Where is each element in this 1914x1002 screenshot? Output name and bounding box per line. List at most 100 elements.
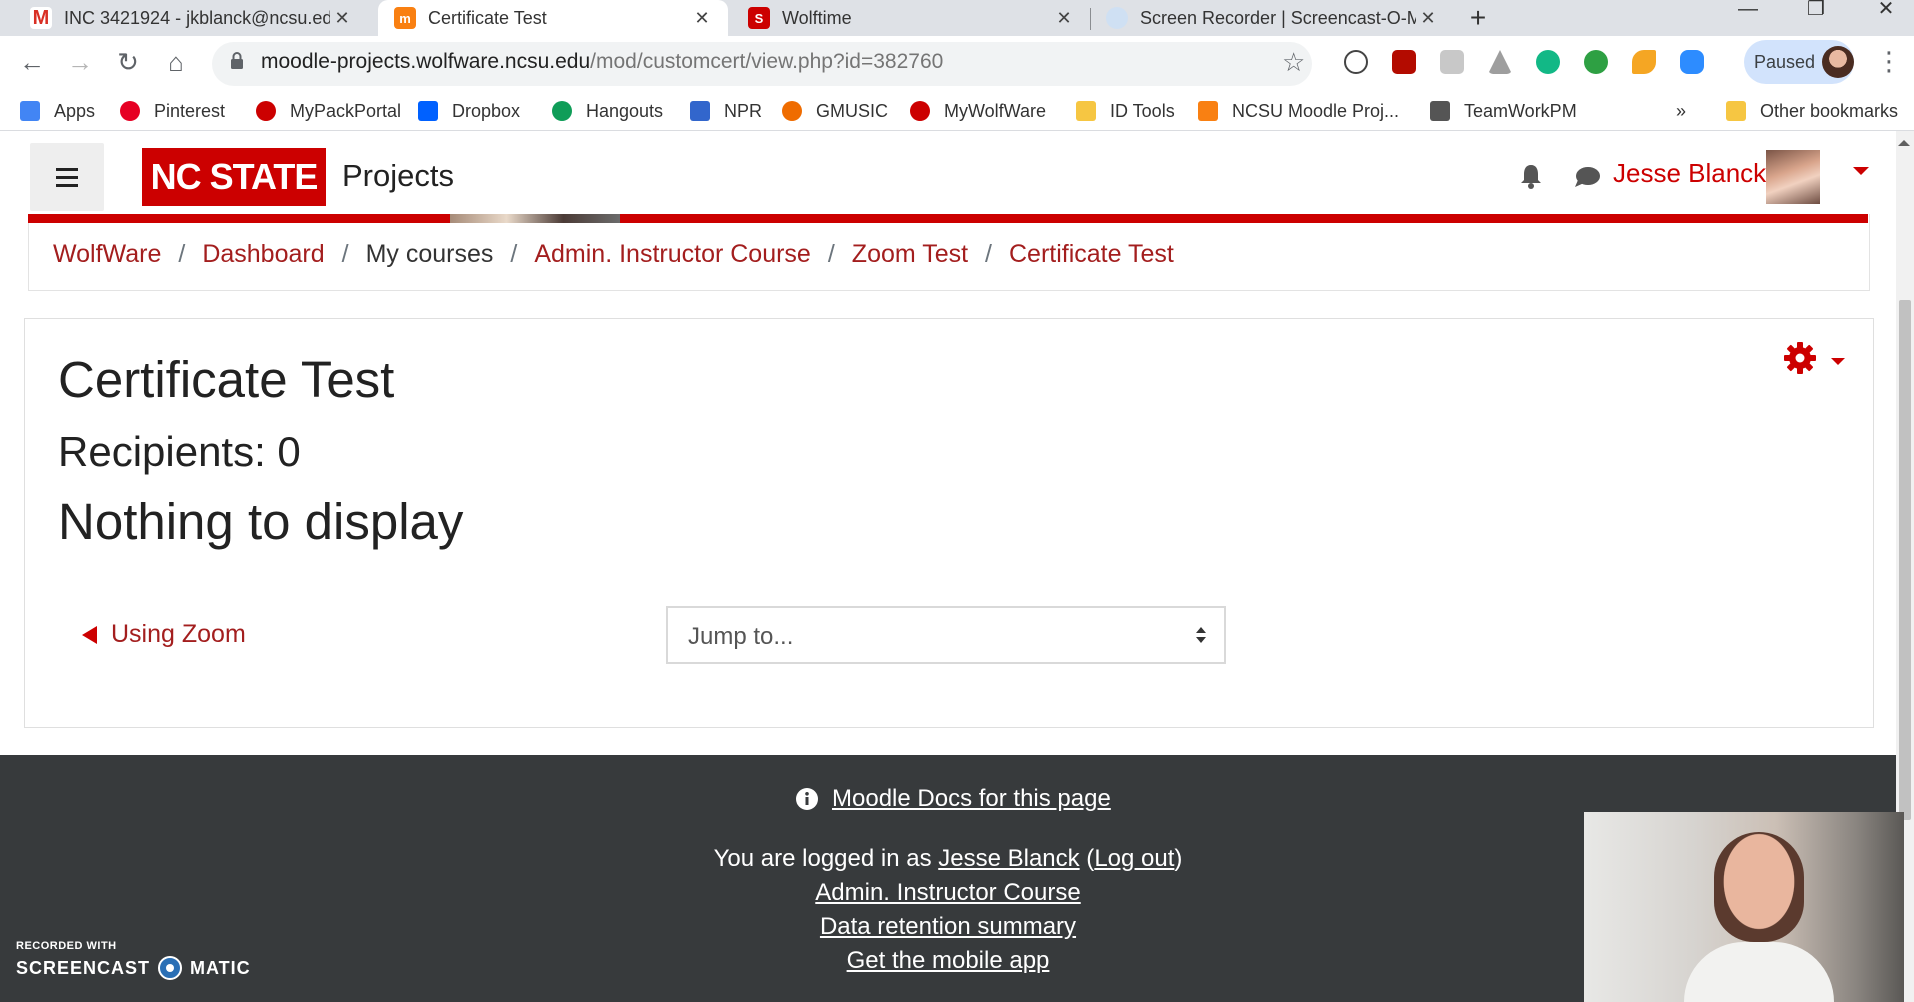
jump-to-placeholder: Jump to... [688, 623, 794, 650]
bookmark-label: Dropbox [452, 100, 521, 121]
zoom-extension-icon[interactable] [1680, 50, 1704, 74]
folder-icon [1726, 101, 1746, 121]
bookmark-item[interactable]: NPR [690, 98, 762, 124]
moodle-icon [1198, 101, 1218, 121]
browser-tab-gmail[interactable]: M INC 3421924 - jkblanck@ncsu.ed ✕ [0, 0, 368, 36]
forward-icon[interactable]: → [64, 46, 96, 78]
webcam-overlay [1584, 812, 1904, 1002]
breadcrumb-wolfware[interactable]: WolfWare [53, 240, 161, 269]
screencast-watermark: RECORDED WITH SCREENCAST MATIC [16, 940, 251, 980]
webcam-body [1684, 942, 1834, 1002]
messages-icon[interactable] [1574, 166, 1600, 188]
chevron-down-icon[interactable] [1853, 167, 1869, 175]
key-extension-icon[interactable] [1632, 50, 1656, 74]
breadcrumb-course[interactable]: Admin. Instructor Course [534, 240, 811, 269]
bookmark-item[interactable]: MyPackPortal [256, 98, 401, 124]
browser-tab-certificate-test[interactable]: m Certificate Test ✕ [378, 0, 728, 36]
tab-close-icon[interactable]: ✕ [1416, 8, 1440, 29]
bookmark-item[interactable]: Hangouts [552, 98, 663, 124]
logout-link[interactable]: Log out [1094, 845, 1174, 872]
home-icon[interactable]: ⌂ [160, 46, 192, 78]
breadcrumb-dashboard[interactable]: Dashboard [202, 240, 324, 269]
bookmarks-overflow-icon[interactable]: » [1676, 98, 1686, 124]
breadcrumb-separator: / [341, 240, 349, 268]
paren-close: ) [1174, 845, 1183, 872]
watermark-brand: SCREENCAST MATIC [16, 956, 251, 980]
breadcrumb: WolfWare / Dashboard / My courses / Admi… [53, 240, 1174, 269]
nav-drawer-toggle[interactable] [30, 143, 104, 211]
tab-title: INC 3421924 - jkblanck@ncsu.ed [64, 7, 330, 28]
scrollbar-thumb[interactable] [1899, 300, 1911, 820]
data-retention-link[interactable]: Data retention summary [820, 913, 1076, 940]
footer-course-link[interactable]: Admin. Instructor Course [815, 879, 1080, 906]
hangouts-icon [552, 101, 572, 121]
previous-activity-link[interactable]: Using Zoom [82, 620, 246, 649]
moodle-docs-link[interactable]: Moodle Docs for this page [832, 785, 1111, 813]
bookmark-label: NCSU Moodle Proj... [1232, 100, 1400, 121]
profile-avatar[interactable] [1822, 46, 1854, 78]
bookmark-item[interactable]: Apps [20, 98, 95, 124]
breadcrumb-separator: / [510, 240, 518, 268]
tab-close-icon[interactable]: ✕ [1052, 8, 1076, 29]
minimize-button[interactable]: — [1730, 0, 1766, 19]
breadcrumb-separator: / [827, 240, 835, 268]
browser-tab-screencast[interactable]: Screen Recorder | Screencast-O-M ✕ [1092, 0, 1454, 36]
reload-icon[interactable]: ↻ [112, 46, 144, 78]
tab-close-icon[interactable]: ✕ [330, 8, 354, 29]
bookmark-item[interactable]: GMUSIC [782, 98, 888, 124]
bookmark-item[interactable]: Dropbox [418, 98, 520, 124]
breadcrumb-my-courses: My courses [365, 240, 494, 268]
profile-link[interactable]: Jesse Blanck [938, 845, 1079, 872]
extension-icon[interactable] [1440, 50, 1464, 74]
tab-separator [1090, 8, 1091, 30]
site-name[interactable]: Projects [342, 158, 454, 194]
close-window-button[interactable]: ✕ [1868, 0, 1904, 19]
other-bookmarks[interactable]: Other bookmarks [1726, 98, 1898, 124]
back-icon[interactable]: ← [16, 46, 48, 78]
bookmark-item[interactable]: TeamWorkPM [1430, 98, 1577, 124]
watermark-brand-right: MATIC [190, 957, 251, 978]
acrobat-extension-icon[interactable] [1392, 50, 1416, 74]
browser-menu-icon[interactable]: ⋮ [1876, 46, 1902, 77]
tab-close-icon[interactable]: ✕ [690, 8, 714, 29]
chevron-down-icon[interactable] [1831, 358, 1845, 365]
new-tab-button[interactable]: + [1462, 2, 1494, 34]
header-image-strip [28, 214, 1868, 223]
bookmark-label: Other bookmarks [1760, 100, 1899, 121]
bookmark-label: Hangouts [586, 100, 664, 121]
bookmark-label: TeamWorkPM [1464, 100, 1577, 121]
recipients-count: Recipients: 0 [58, 428, 301, 475]
gmusic-icon [782, 101, 802, 121]
bookmark-item[interactable]: MyWolfWare [910, 98, 1046, 124]
watermark-brand-left: SCREENCAST [16, 957, 151, 978]
url-path: /mod/customcert/view.php?id=382760 [590, 50, 944, 73]
gear-icon[interactable] [1784, 342, 1816, 374]
breadcrumb-certificate-test[interactable]: Certificate Test [1009, 240, 1174, 269]
notifications-bell-icon[interactable] [1520, 163, 1542, 189]
browser-tab-wolftime[interactable]: S Wolftime ✕ [730, 0, 1090, 36]
bookmark-item[interactable]: Pinterest [120, 98, 225, 124]
url-text[interactable]: moodle-projects.wolfware.ncsu.edu/mod/cu… [261, 50, 943, 74]
moodle-icon: m [394, 7, 416, 29]
mobile-app-link[interactable]: Get the mobile app [847, 947, 1050, 974]
bookmark-item[interactable]: NCSU Moodle Proj... [1198, 98, 1399, 124]
tab-title: Wolftime [782, 7, 852, 28]
folder-icon [1076, 101, 1096, 121]
user-menu-name[interactable]: Jesse Blanck [1613, 158, 1766, 189]
screencast-logo-icon [158, 956, 183, 980]
lock-icon[interactable] [230, 52, 244, 70]
wordpress-extension-icon[interactable] [1344, 50, 1368, 74]
security-extension-icon[interactable] [1584, 50, 1608, 74]
scroll-up-arrow-icon[interactable] [1898, 140, 1910, 146]
ncstate-logo[interactable]: NC STATE [142, 148, 326, 206]
empty-state-message: Nothing to display [58, 493, 464, 550]
bookmark-star-icon[interactable]: ☆ [1282, 47, 1305, 78]
breadcrumb-zoom-test[interactable]: Zoom Test [852, 240, 968, 269]
restore-button[interactable]: ❐ [1798, 0, 1834, 19]
user-avatar[interactable] [1766, 150, 1820, 204]
info-icon [796, 788, 818, 810]
page-icon [1430, 101, 1450, 121]
chat-extension-icon[interactable] [1536, 50, 1560, 74]
moodle-docs-row: Moodle Docs for this page [796, 785, 1111, 813]
bookmark-item[interactable]: ID Tools [1076, 98, 1175, 124]
